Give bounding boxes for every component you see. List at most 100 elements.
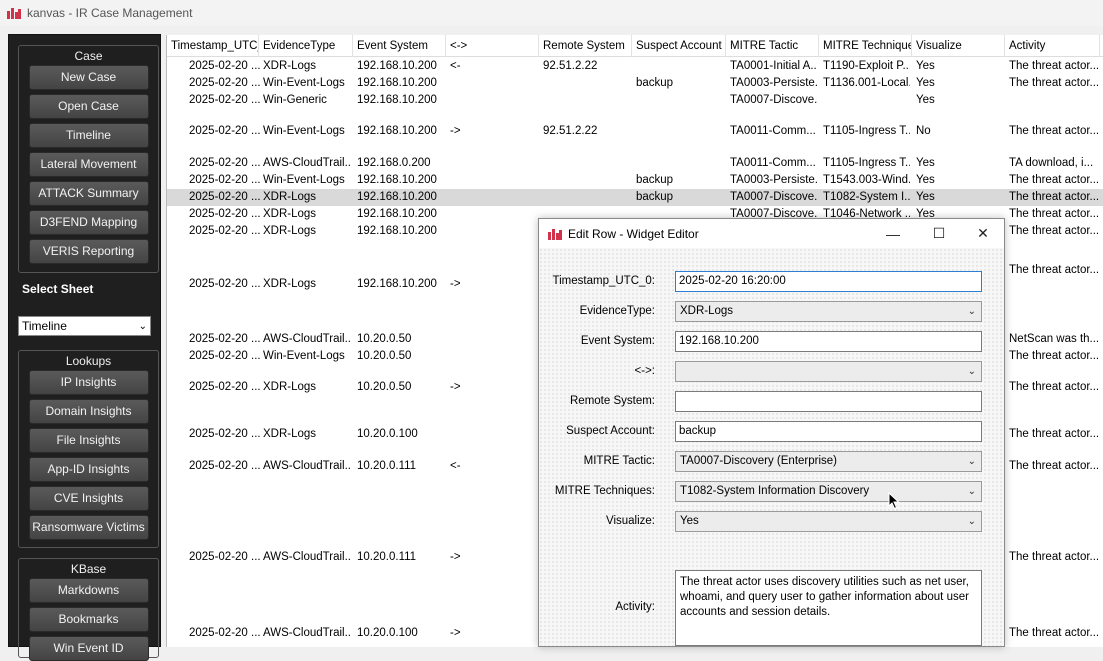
cell-visualize: Yes bbox=[916, 191, 935, 203]
cve-insights-button[interactable]: CVE Insights bbox=[28, 486, 149, 511]
cell-activity: The threat actor... bbox=[1009, 350, 1098, 362]
cell-activity: The threat actor... bbox=[1009, 60, 1098, 72]
cell-direction bbox=[450, 189, 537, 206]
cell-activity: The threat actor... bbox=[1009, 460, 1098, 472]
cell-direction: -> bbox=[450, 125, 461, 137]
bookmarks-button[interactable]: Bookmarks bbox=[28, 607, 149, 632]
table-row[interactable]: 2025-02-20 ... Win-Event-Logs 192.168.10.2… bbox=[167, 75, 1103, 92]
attack-summary-button[interactable]: ATTACK Summary bbox=[28, 181, 149, 206]
cell-evidence-type: XDR-Logs bbox=[263, 381, 317, 393]
column-header-remote-system[interactable]: Remote System bbox=[539, 35, 632, 57]
column-header-timestamp[interactable]: Timestamp_UTC_0 bbox=[167, 35, 259, 57]
mitre-techniques-value: T1082-System Information Discovery bbox=[680, 485, 870, 497]
cell-direction: -> bbox=[450, 278, 461, 290]
direction-select[interactable]: ⌄ bbox=[675, 361, 982, 382]
app-id-insights-button[interactable]: App-ID Insights bbox=[28, 457, 149, 482]
cell-mitre-tactic: TA0011-Comm... bbox=[730, 125, 816, 137]
close-button[interactable]: ✕ bbox=[961, 219, 1005, 248]
visualize-label: Visualize: bbox=[605, 515, 655, 527]
cell-evidence-type: XDR-Logs bbox=[263, 191, 317, 203]
column-header-suspect-account[interactable]: Suspect Account bbox=[632, 35, 726, 57]
table-row[interactable]: 2025-02-20 ... XDR-Logs 192.168.10.200 <- 92… bbox=[167, 58, 1103, 75]
column-header-visualize[interactable]: Visualize bbox=[912, 35, 1005, 57]
lookups-group: Lookups IP Insights Domain Insights File… bbox=[18, 350, 159, 548]
column-header-evidence-type[interactable]: EvidenceType bbox=[259, 35, 353, 57]
dialog-titlebar[interactable]: Edit Row - Widget Editor — ☐ ✕ bbox=[539, 219, 1004, 248]
cell-evidence-type: XDR-Logs bbox=[263, 225, 317, 237]
remote-system-label: Remote System: bbox=[570, 395, 655, 407]
cell-remote-system bbox=[543, 75, 630, 92]
cell-remote-system: 92.51.2.22 bbox=[543, 60, 598, 72]
column-header-mitre-techniques[interactable]: MITRE Techniques bbox=[819, 35, 912, 57]
kbase-group: KBase Markdowns Bookmarks Win Event ID bbox=[18, 558, 159, 661]
veris-reporting-button[interactable]: VERIS Reporting bbox=[28, 239, 149, 264]
cell-evidence-type: XDR-Logs bbox=[263, 278, 317, 290]
window-title: kanvas - IR Case Management bbox=[27, 6, 193, 20]
table-row[interactable]: 2025-02-20 ... AWS-CloudTrail... 192.168.0… bbox=[167, 155, 1103, 172]
cell-activity: The threat actor... bbox=[1009, 428, 1098, 440]
cell-direction bbox=[450, 223, 537, 240]
cell-evidence-type: Win-Generic bbox=[263, 94, 327, 106]
case-group-title: Case bbox=[74, 49, 103, 63]
mitre-tactic-value: TA0007-Discovery (Enterprise) bbox=[680, 455, 838, 467]
cell-mitre-techniques: T1105-Ingress T... bbox=[823, 125, 910, 137]
evidence-type-select[interactable]: XDR-Logs ⌄ bbox=[675, 301, 982, 322]
table-row[interactable]: 2025-02-20 ... Win-Generic 192.168.10.200 T… bbox=[167, 92, 1103, 109]
cell-evidence-type: Win-Event-Logs bbox=[263, 350, 345, 362]
mitre-techniques-select[interactable]: T1082-System Information Discovery ⌄ bbox=[675, 481, 982, 502]
table-row[interactable]: 2025-02-20 ... Win-Event-Logs 192.168.10.2… bbox=[167, 123, 1103, 140]
cell-visualize: Yes bbox=[916, 174, 935, 186]
table-row[interactable]: 2025-02-20 ... XDR-Logs 192.168.10.200 back… bbox=[167, 189, 1103, 206]
suspect-account-input[interactable]: backup bbox=[675, 421, 982, 442]
column-header-mitre-tactic[interactable]: MITRE Tactic bbox=[726, 35, 819, 57]
kanvas-logo-icon bbox=[7, 8, 21, 19]
cell-evidence-type: AWS-CloudTrail... bbox=[263, 551, 351, 563]
domain-insights-button[interactable]: Domain Insights bbox=[28, 399, 149, 424]
cell-mitre-tactic: TA0007-Discove... bbox=[730, 94, 817, 106]
evidence-type-value: XDR-Logs bbox=[680, 305, 734, 317]
minimize-button[interactable]: — bbox=[871, 219, 915, 248]
event-system-input[interactable]: 192.168.10.200 bbox=[675, 331, 982, 352]
markdowns-button[interactable]: Markdowns bbox=[28, 578, 149, 603]
open-case-button[interactable]: Open Case bbox=[28, 94, 149, 119]
cell-visualize: Yes bbox=[916, 60, 935, 72]
sheet-select[interactable]: Timeline ⌄ bbox=[18, 316, 151, 336]
win-event-id-button[interactable]: Win Event ID bbox=[28, 636, 149, 661]
mitre-tactic-select[interactable]: TA0007-Discovery (Enterprise) ⌄ bbox=[675, 451, 982, 472]
cell-evidence-type: AWS-CloudTrail... bbox=[263, 627, 351, 639]
timeline-button[interactable]: Timeline bbox=[28, 123, 149, 148]
cell-event-system: 192.168.10.200 bbox=[357, 208, 437, 220]
evidence-type-label: EvidenceType: bbox=[579, 305, 655, 317]
dialog-title: Edit Row - Widget Editor bbox=[568, 226, 699, 241]
select-sheet-label: Select Sheet bbox=[22, 282, 94, 296]
edit-row-dialog: Edit Row - Widget Editor — ☐ ✕ Timestamp… bbox=[538, 218, 1005, 647]
window-titlebar: kanvas - IR Case Management bbox=[0, 0, 1103, 26]
ip-insights-button[interactable]: IP Insights bbox=[28, 370, 149, 395]
visualize-select[interactable]: Yes ⌄ bbox=[675, 511, 982, 532]
mouse-pointer-icon bbox=[888, 492, 900, 510]
column-header-event-system[interactable]: Event System bbox=[353, 35, 446, 57]
cell-suspect-account bbox=[636, 123, 724, 140]
cell-event-system: 10.20.0.50 bbox=[357, 350, 412, 362]
file-insights-button[interactable]: File Insights bbox=[28, 428, 149, 453]
timestamp-input[interactable]: 2025-02-20 16:20:00 bbox=[675, 271, 982, 292]
cell-mitre-techniques: T1190-Exploit P... bbox=[823, 60, 910, 72]
d3fend-mapping-button[interactable]: D3FEND Mapping bbox=[28, 210, 149, 235]
table-row[interactable]: 2025-02-20 ... Win-Event-Logs 192.168.10.2… bbox=[167, 172, 1103, 189]
column-header-direction[interactable]: <-> bbox=[446, 35, 539, 57]
dialog-form: Timestamp_UTC_0: 2025-02-20 16:20:00 Evi… bbox=[539, 248, 1004, 646]
ransomware-victims-button[interactable]: Ransomware Victims bbox=[28, 515, 149, 540]
lookups-group-title: Lookups bbox=[65, 354, 112, 368]
cell-direction: -> bbox=[450, 381, 461, 393]
cell-event-system: 10.20.0.111 bbox=[357, 551, 417, 563]
cell-mitre-techniques bbox=[823, 92, 910, 109]
cell-activity: The threat actor... bbox=[1009, 208, 1098, 220]
timestamp-label: Timestamp_UTC_0: bbox=[552, 275, 655, 287]
new-case-button[interactable]: New Case bbox=[28, 65, 149, 90]
direction-label: <->: bbox=[634, 365, 655, 377]
lateral-movement-button[interactable]: Lateral Movement bbox=[28, 152, 149, 177]
maximize-button[interactable]: ☐ bbox=[917, 219, 961, 248]
column-header-activity[interactable]: Activity bbox=[1005, 35, 1100, 57]
remote-system-input[interactable] bbox=[675, 391, 982, 412]
activity-textarea[interactable]: The threat actor uses discovery utilitie… bbox=[675, 570, 982, 646]
